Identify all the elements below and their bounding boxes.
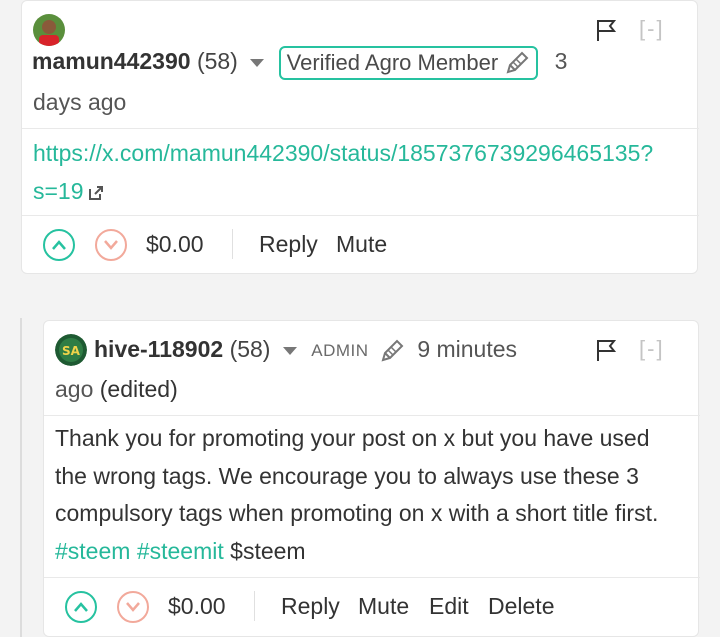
reputation: (58) (196, 48, 238, 74)
payout-value[interactable]: $0.00 (168, 590, 226, 622)
body-line: compulsory tags when promoting on x with… (55, 500, 659, 526)
comments-page: mamun442390 (58) Verified Agro Member 3 … (0, 0, 720, 637)
tag-steem[interactable]: #steem (55, 538, 130, 564)
dollar-tag: $steem (230, 537, 306, 564)
timestamp-part1[interactable]: 3 (555, 48, 568, 74)
separator (254, 591, 255, 621)
reputation: (58) (229, 336, 271, 362)
status-link-line1[interactable]: https://x.com/mamun442390/status/1857376… (33, 134, 683, 172)
timestamp-part1[interactable]: 9 minutes (417, 336, 517, 362)
role-label: ADMIN (311, 340, 369, 360)
timestamp-line: ago (edited) (55, 369, 178, 409)
timestamp-part2[interactable]: ago (55, 376, 93, 402)
pencil-icon (506, 51, 529, 74)
downvote-button[interactable] (95, 229, 127, 261)
edited-label: (edited) (99, 376, 178, 402)
divider (22, 215, 699, 216)
author-line: mamun442390 (58) Verified Agro Member 3 (32, 41, 567, 81)
flag-icon[interactable] (595, 338, 617, 362)
status-link[interactable]: https://x.com/mamun442390/status/1857376… (33, 134, 683, 210)
comment-card-mamun442390: mamun442390 (58) Verified Agro Member 3 … (21, 0, 699, 274)
body-line: Thank you for promoting your post on x b… (55, 425, 650, 451)
reply-button[interactable]: Reply (281, 590, 340, 622)
timestamp-part2[interactable]: days ago (33, 82, 126, 122)
body-line: the wrong tags. We encourage you to alwa… (55, 462, 639, 489)
upvote-icon (74, 602, 88, 612)
divider (44, 415, 700, 416)
payout-value[interactable]: $0.00 (146, 228, 204, 260)
author-name[interactable]: mamun442390 (32, 48, 191, 74)
comment-body: Thank you for promoting your post on x b… (55, 420, 695, 570)
thread-indent-line (20, 318, 22, 637)
upvote-button[interactable] (65, 591, 97, 623)
reply-button[interactable]: Reply (259, 228, 318, 260)
downvote-icon (104, 240, 118, 250)
pencil-icon (381, 339, 404, 362)
author-name[interactable]: hive-118902 (94, 336, 223, 362)
collapse-toggle[interactable]: [-] (639, 336, 665, 362)
divider (44, 577, 700, 578)
edit-button[interactable]: Edit (429, 590, 469, 622)
status-link-line2[interactable]: s=19 (33, 178, 84, 204)
downvote-icon (126, 602, 140, 612)
flag-icon[interactable] (595, 18, 617, 42)
mute-button[interactable]: Mute (336, 228, 387, 260)
caret-down-icon[interactable] (250, 58, 265, 67)
upvote-button[interactable] (43, 229, 75, 261)
badge-label: Verified Agro Member (286, 49, 499, 75)
downvote-button[interactable] (117, 591, 149, 623)
divider (22, 128, 699, 129)
svg-text:SA: SA (62, 344, 81, 358)
separator (232, 229, 233, 259)
external-link-icon (88, 185, 103, 200)
tag-steemit[interactable]: #steemit (137, 538, 224, 564)
verified-badge: Verified Agro Member (278, 45, 539, 80)
upvote-icon (52, 240, 66, 250)
caret-down-icon[interactable] (282, 346, 297, 355)
collapse-toggle[interactable]: [-] (639, 16, 665, 42)
avatar[interactable]: SA (55, 334, 87, 366)
delete-button[interactable]: Delete (488, 590, 554, 622)
mute-button[interactable]: Mute (358, 590, 409, 622)
author-line: hive-118902 (58) ADMIN 9 minutes (94, 329, 517, 371)
comment-card-hive-118902: SA hive-118902 (58) ADMIN 9 minutes ago … (43, 320, 700, 637)
